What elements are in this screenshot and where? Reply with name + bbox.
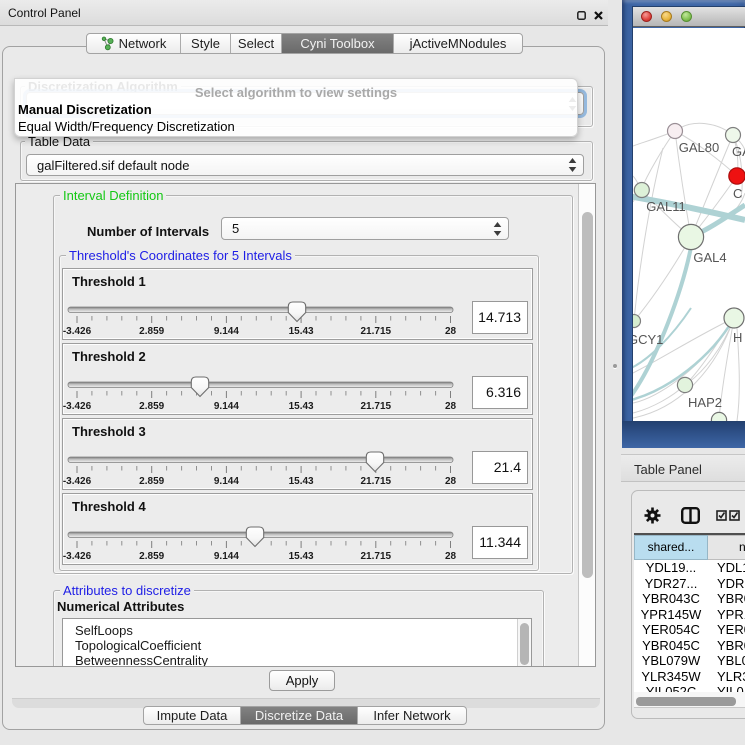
svg-text:28: 28 [445, 476, 457, 487]
svg-text:HAP2: HAP2 [688, 395, 722, 410]
svg-text:GAL11: GAL11 [646, 199, 686, 214]
svg-text:2.859: 2.859 [139, 401, 164, 412]
svg-text:15.43: 15.43 [289, 401, 314, 412]
svg-text:2.859: 2.859 [139, 326, 164, 337]
svg-text:2.859: 2.859 [139, 551, 164, 562]
svg-text:GAL80: GAL80 [679, 140, 719, 155]
svg-text:9.144: 9.144 [214, 476, 239, 487]
svg-text:9.144: 9.144 [214, 551, 239, 562]
svg-text:9.144: 9.144 [214, 401, 239, 412]
svg-text:28: 28 [445, 401, 457, 412]
svg-text:GCY1: GCY1 [633, 332, 663, 347]
svg-text:28: 28 [445, 326, 457, 337]
svg-text:15.43: 15.43 [289, 326, 314, 337]
svg-text:21.715: 21.715 [361, 476, 392, 487]
svg-text:H: H [733, 330, 742, 345]
svg-text:GAL4: GAL4 [693, 250, 726, 265]
svg-text:-3.426: -3.426 [63, 551, 92, 562]
svg-text:-3.426: -3.426 [63, 326, 92, 337]
svg-text:15.43: 15.43 [289, 476, 314, 487]
svg-text:2.859: 2.859 [139, 476, 164, 487]
svg-text:C: C [733, 186, 742, 201]
svg-text:9.144: 9.144 [214, 326, 239, 337]
svg-text:28: 28 [445, 551, 457, 562]
svg-text:21.715: 21.715 [361, 551, 392, 562]
svg-text:21.715: 21.715 [361, 401, 392, 412]
svg-text:-3.426: -3.426 [63, 476, 92, 487]
svg-text:-3.426: -3.426 [63, 401, 92, 412]
svg-text:21.715: 21.715 [361, 326, 392, 337]
svg-text:15.43: 15.43 [289, 551, 314, 562]
svg-text:GA: GA [732, 144, 745, 159]
